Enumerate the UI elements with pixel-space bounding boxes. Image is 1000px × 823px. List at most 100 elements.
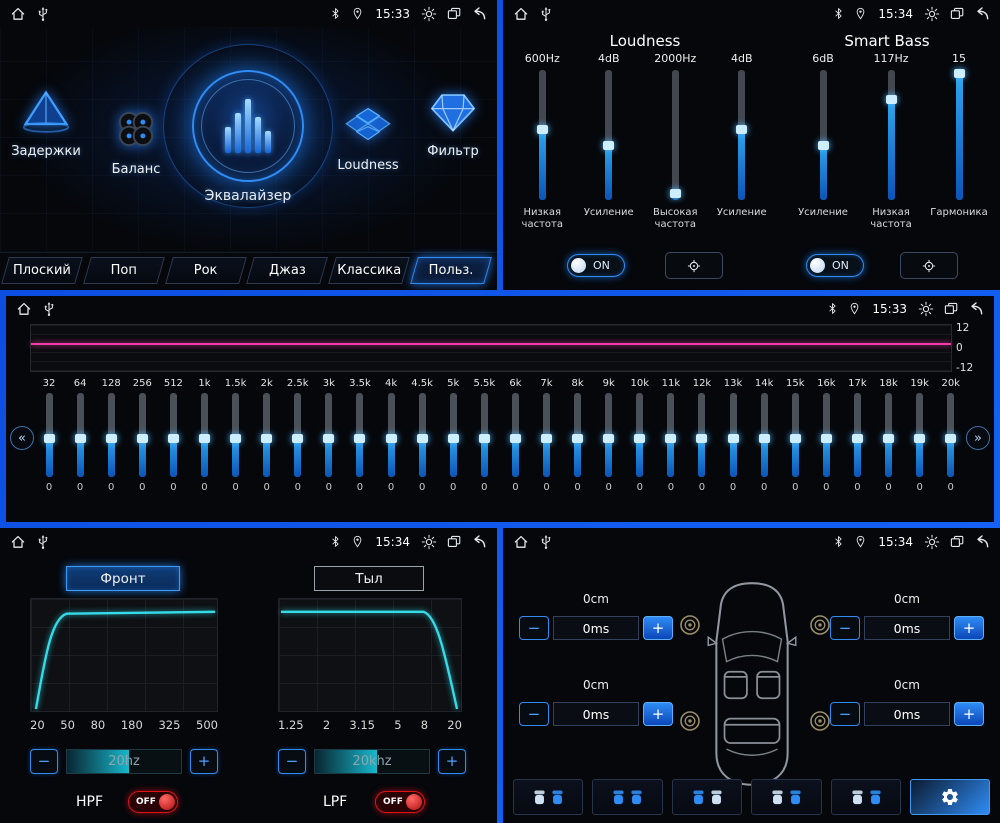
slider-track[interactable] xyxy=(605,70,612,200)
eq-band[interactable]: 14k 0 xyxy=(751,378,777,493)
lpf-off-toggle[interactable]: OFF xyxy=(375,791,425,813)
home-icon[interactable] xyxy=(513,6,529,22)
seat-preset-button[interactable] xyxy=(513,779,583,815)
vertical-slider[interactable]: 6dB Усиление xyxy=(791,52,855,231)
brightness-icon[interactable] xyxy=(918,301,934,317)
band-track[interactable] xyxy=(605,393,612,477)
back-icon[interactable] xyxy=(974,534,990,550)
eq-band[interactable]: 19k 0 xyxy=(907,378,933,493)
back-icon[interactable] xyxy=(471,534,487,550)
recent-apps-icon[interactable] xyxy=(446,6,462,22)
band-track[interactable] xyxy=(263,393,270,477)
eq-band[interactable]: 20k 0 xyxy=(938,378,964,493)
recent-apps-icon[interactable] xyxy=(949,6,965,22)
band-track[interactable] xyxy=(46,393,53,477)
eq-band[interactable]: 4.5k 0 xyxy=(409,378,435,493)
eq-band[interactable]: 1.5k 0 xyxy=(223,378,249,493)
band-track[interactable] xyxy=(574,393,581,477)
eq-band[interactable]: 18k 0 xyxy=(876,378,902,493)
band-track[interactable] xyxy=(543,393,550,477)
home-icon[interactable] xyxy=(10,534,26,550)
tab-rear[interactable]: Тыл xyxy=(314,566,424,591)
slider-track[interactable] xyxy=(672,70,679,200)
home-icon[interactable] xyxy=(513,534,529,550)
seat-preset-button[interactable] xyxy=(592,779,662,815)
back-icon[interactable] xyxy=(968,301,984,317)
menu-item-delays[interactable]: Задержки xyxy=(2,88,90,159)
eq-band[interactable]: 10k 0 xyxy=(627,378,653,493)
eq-band[interactable]: 17k 0 xyxy=(844,378,870,493)
delay-minus-button[interactable]: − xyxy=(830,702,860,726)
band-track[interactable] xyxy=(916,393,923,477)
eq-band[interactable]: 3.5k 0 xyxy=(347,378,373,493)
eq-band[interactable]: 128 0 xyxy=(98,378,124,493)
preset-tab[interactable]: Классика xyxy=(329,256,409,285)
seat-preset-button[interactable] xyxy=(672,779,742,815)
brightness-icon[interactable] xyxy=(924,6,940,22)
eq-band[interactable]: 8k 0 xyxy=(565,378,591,493)
vertical-slider[interactable]: 4dB Усиление xyxy=(577,52,641,231)
vertical-slider[interactable]: 117Hz Низкая частота xyxy=(859,52,923,231)
band-track[interactable] xyxy=(108,393,115,477)
eq-band[interactable]: 9k 0 xyxy=(596,378,622,493)
lpf-plus-button[interactable]: + xyxy=(438,749,466,774)
band-track[interactable] xyxy=(356,393,363,477)
delay-minus-button[interactable]: − xyxy=(830,616,860,640)
hpf-frequency-slider[interactable]: 20hz xyxy=(66,749,182,774)
back-icon[interactable] xyxy=(974,6,990,22)
band-track[interactable] xyxy=(139,393,146,477)
eq-band[interactable]: 11k 0 xyxy=(658,378,684,493)
vertical-slider[interactable]: 15 Гармоника xyxy=(927,52,991,231)
delay-minus-button[interactable]: − xyxy=(519,702,549,726)
vertical-slider[interactable]: 4dB Усиление xyxy=(710,52,774,231)
band-track[interactable] xyxy=(294,393,301,477)
eq-band[interactable]: 12k 0 xyxy=(689,378,715,493)
seat-preset-button[interactable] xyxy=(831,779,901,815)
eq-band[interactable]: 4k 0 xyxy=(378,378,404,493)
brightness-icon[interactable] xyxy=(421,6,437,22)
eq-band[interactable]: 5k 0 xyxy=(440,378,466,493)
next-page-button[interactable]: » xyxy=(966,426,990,450)
brightness-icon[interactable] xyxy=(421,534,437,550)
tab-front[interactable]: Фронт xyxy=(66,566,180,591)
band-track[interactable] xyxy=(947,393,954,477)
delay-plus-button[interactable]: + xyxy=(954,702,984,726)
eq-band[interactable]: 5.5k 0 xyxy=(471,378,497,493)
band-track[interactable] xyxy=(761,393,768,477)
eq-band[interactable]: 32 0 xyxy=(36,378,62,493)
preset-tab[interactable]: Поп xyxy=(84,256,164,285)
lpf-frequency-slider[interactable]: 20khz xyxy=(314,749,430,774)
loudness-on-toggle[interactable]: ON xyxy=(567,254,625,277)
band-track[interactable] xyxy=(325,393,332,477)
slider-track[interactable] xyxy=(820,70,827,200)
delay-minus-button[interactable]: − xyxy=(519,616,549,640)
eq-band[interactable]: 512 0 xyxy=(160,378,186,493)
eq-band[interactable]: 256 0 xyxy=(129,378,155,493)
menu-item-equalizer[interactable]: Эквалайзер xyxy=(180,70,316,204)
home-icon[interactable] xyxy=(10,6,26,22)
band-track[interactable] xyxy=(636,393,643,477)
band-track[interactable] xyxy=(823,393,830,477)
recent-apps-icon[interactable] xyxy=(446,534,462,550)
band-track[interactable] xyxy=(698,393,705,477)
band-track[interactable] xyxy=(77,393,84,477)
delay-settings-button[interactable] xyxy=(910,779,990,815)
smart-bass-target-button[interactable] xyxy=(900,252,958,279)
smart-bass-on-toggle[interactable]: ON xyxy=(806,254,864,277)
band-track[interactable] xyxy=(232,393,239,477)
vertical-slider[interactable]: 600Hz Низкая частота xyxy=(510,52,574,231)
band-track[interactable] xyxy=(419,393,426,477)
slider-track[interactable] xyxy=(956,70,963,200)
slider-track[interactable] xyxy=(888,70,895,200)
band-track[interactable] xyxy=(854,393,861,477)
band-track[interactable] xyxy=(667,393,674,477)
preset-tab[interactable]: Польз. xyxy=(411,256,491,285)
eq-band[interactable]: 16k 0 xyxy=(813,378,839,493)
delay-plus-button[interactable]: + xyxy=(643,616,673,640)
hpf-off-toggle[interactable]: OFF xyxy=(128,791,178,813)
preset-tab[interactable]: Плоский xyxy=(2,256,82,285)
slider-track[interactable] xyxy=(539,70,546,200)
eq-band[interactable]: 6k 0 xyxy=(502,378,528,493)
eq-band[interactable]: 64 0 xyxy=(67,378,93,493)
eq-band[interactable]: 7k 0 xyxy=(534,378,560,493)
